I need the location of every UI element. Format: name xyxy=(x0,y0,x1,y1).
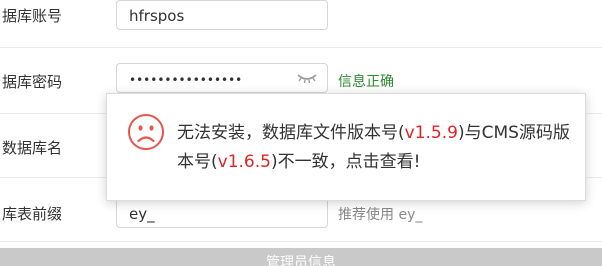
db-prefix-input[interactable]: ey_ xyxy=(116,198,328,228)
db-version-text: v1.5.9 xyxy=(404,123,458,143)
db-user-input[interactable]: hfrspos xyxy=(116,0,328,30)
form-row-db-user: 据库账号 hfrspos xyxy=(0,0,602,48)
db-pass-status: 信息正确 xyxy=(338,74,394,90)
eye-closed-icon[interactable] xyxy=(297,71,317,85)
version-mismatch-dialog[interactable]: 无法安装，数据库文件版本号(v1.5.9)与CMS源码版本号(v1.6.5)不一… xyxy=(106,93,586,201)
db-user-label: 据库账号 xyxy=(2,7,63,25)
admin-section-header: 管理员信息 xyxy=(0,248,602,266)
db-name-label: 数据库名 xyxy=(2,139,63,157)
dialog-message[interactable]: 无法安装，数据库文件版本号(v1.5.9)与CMS源码版本号(v1.6.5)不一… xyxy=(177,119,572,177)
db-prefix-label: 库表前缀 xyxy=(2,205,63,223)
dialog-message-part-1: 无法安装，数据库文件版本号( xyxy=(177,123,405,143)
db-pass-value: •••••••••••••••• xyxy=(129,73,243,87)
db-pass-input[interactable]: •••••••••••••••• xyxy=(116,63,328,93)
db-prefix-hint: 推荐使用 ey_ xyxy=(338,207,423,223)
cms-version-text: v1.6.5 xyxy=(217,152,271,172)
dialog-message-part-3: )不一致，点击查看! xyxy=(270,152,421,172)
sad-face-icon xyxy=(128,114,164,150)
db-pass-label: 据库密码 xyxy=(2,73,63,91)
